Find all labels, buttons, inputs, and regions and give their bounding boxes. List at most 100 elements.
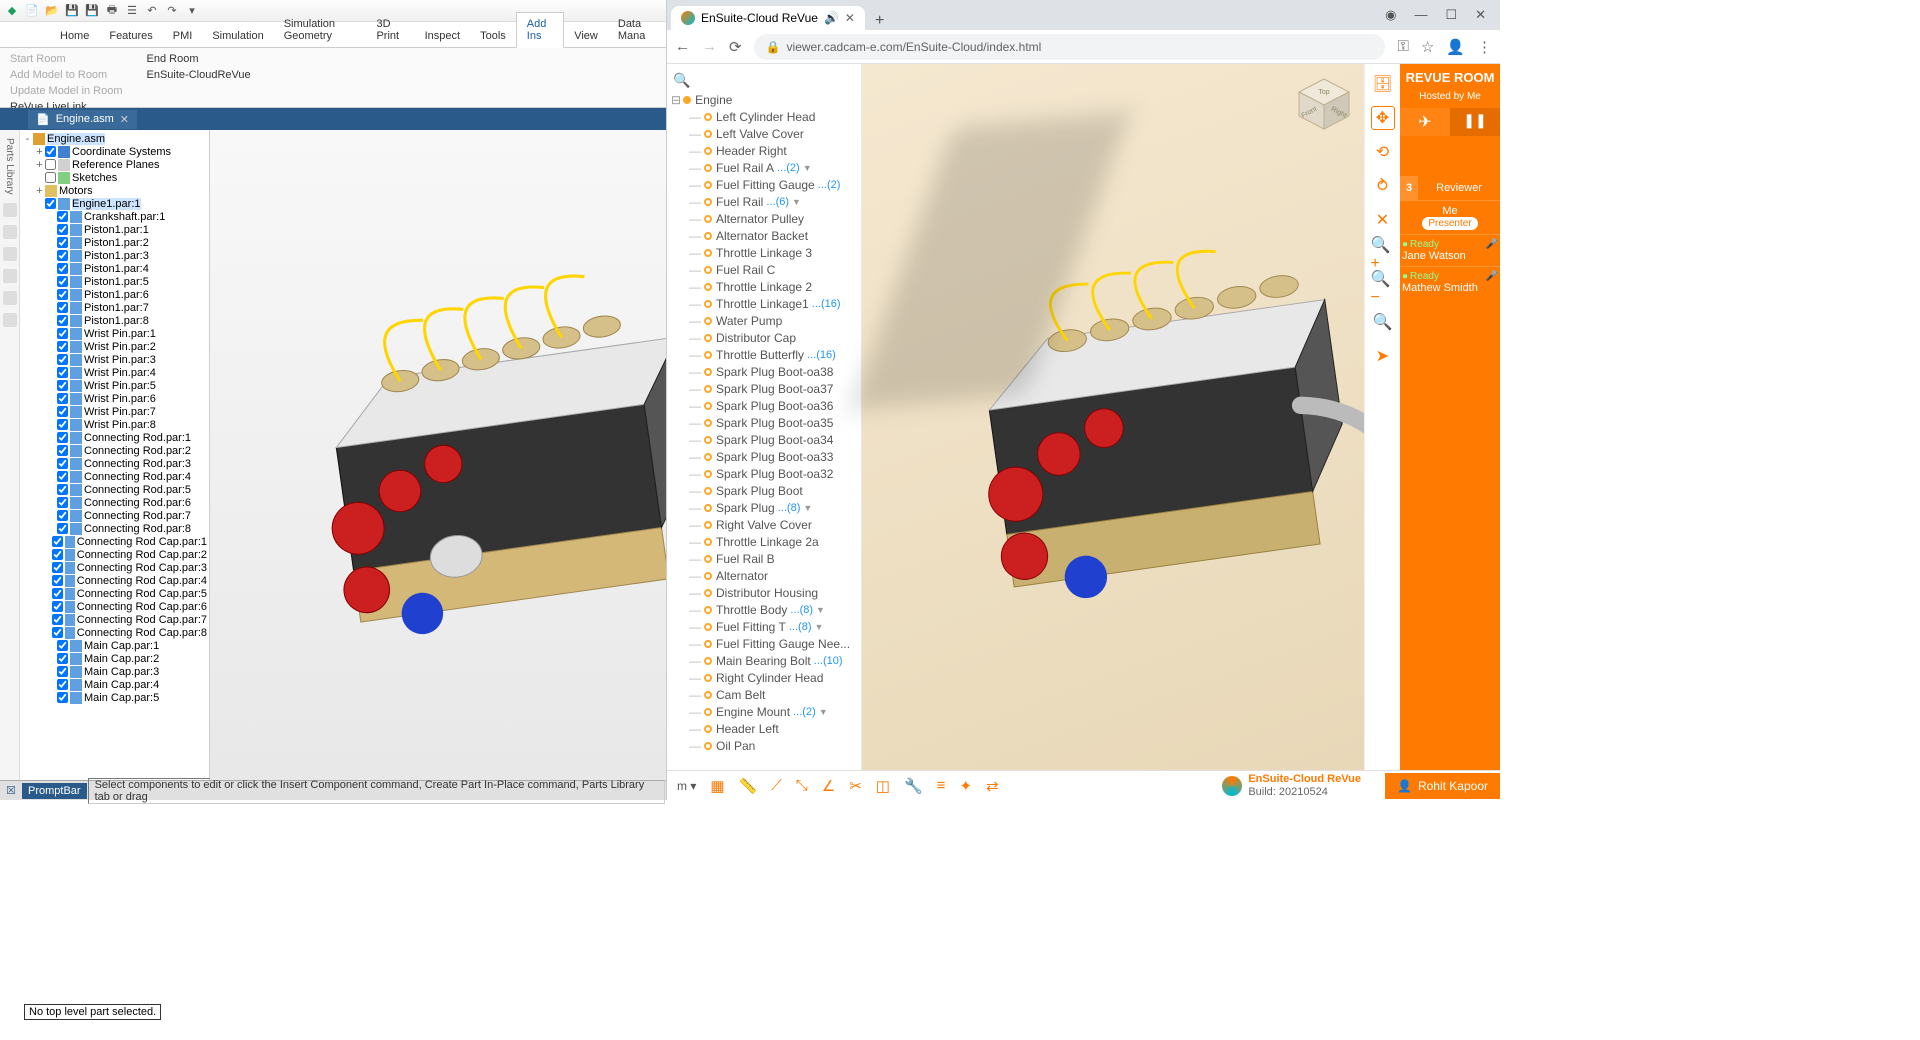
rotate-icon[interactable]: ⟲ bbox=[1371, 140, 1395, 164]
tree-node[interactable]: Crankshaft.par:1 bbox=[22, 210, 207, 223]
tree-node[interactable]: Connecting Rod.par:5 bbox=[22, 483, 207, 496]
revue-tree-node[interactable]: —Fuel Fitting Gauge Nee... bbox=[671, 635, 857, 652]
parts-library-tab[interactable]: Parts Library bbox=[4, 138, 15, 195]
ruler-icon[interactable]: 📏 bbox=[739, 777, 758, 795]
tree-node[interactable]: -Engine.asm bbox=[22, 132, 207, 145]
close-tab-icon[interactable]: ✕ bbox=[845, 11, 855, 25]
tree-node[interactable]: Connecting Rod Cap.par:4 bbox=[22, 574, 207, 587]
tree-node[interactable]: Wrist Pin.par:8 bbox=[22, 418, 207, 431]
minimize-icon[interactable]: — bbox=[1414, 7, 1427, 23]
ribbon-command[interactable]: End Room bbox=[145, 52, 253, 66]
expand-icon[interactable]: ▼ bbox=[803, 503, 812, 513]
wrench-icon[interactable]: 🔧 bbox=[904, 777, 923, 795]
visibility-checkbox[interactable] bbox=[45, 146, 56, 157]
visibility-checkbox[interactable] bbox=[57, 419, 68, 430]
expand-icon[interactable]: ▼ bbox=[814, 622, 823, 632]
feedback-icon[interactable]: ☒ bbox=[0, 784, 22, 797]
tree-node[interactable]: Wrist Pin.par:6 bbox=[22, 392, 207, 405]
tree-node[interactable]: Sketches bbox=[22, 171, 207, 184]
move-icon[interactable]: ✥ bbox=[1371, 106, 1395, 130]
visibility-checkbox[interactable] bbox=[57, 484, 68, 495]
revue-tree-node[interactable]: —Alternator Backet bbox=[671, 227, 857, 244]
tree-node[interactable]: Connecting Rod.par:2 bbox=[22, 444, 207, 457]
ribbon-tab[interactable]: Tools bbox=[470, 25, 516, 47]
revue-tree-node[interactable]: —Left Valve Cover bbox=[671, 125, 857, 142]
visibility-checkbox[interactable] bbox=[57, 367, 68, 378]
reload-icon[interactable]: ⟳ bbox=[729, 38, 742, 56]
revue-tree-node[interactable]: —Spark Plug Boot bbox=[671, 482, 857, 499]
tree-node[interactable]: Wrist Pin.par:2 bbox=[22, 340, 207, 353]
tree-node[interactable]: Connecting Rod Cap.par:3 bbox=[22, 561, 207, 574]
revue-tree-node[interactable]: —Throttle Linkage 2 bbox=[671, 278, 857, 295]
explode-icon[interactable]: ✦ bbox=[959, 777, 972, 795]
save-icon[interactable]: 💾 bbox=[64, 3, 80, 19]
visibility-checkbox[interactable] bbox=[57, 354, 68, 365]
visibility-checkbox[interactable] bbox=[45, 172, 56, 183]
participant[interactable]: Ready🎤Jane Watson bbox=[1400, 234, 1500, 266]
close-icon[interactable]: ✕ bbox=[1371, 208, 1395, 232]
tree-node[interactable]: Connecting Rod Cap.par:7 bbox=[22, 613, 207, 626]
undo-icon[interactable]: ↶ bbox=[144, 3, 160, 19]
visibility-checkbox[interactable] bbox=[57, 302, 68, 313]
url-field[interactable]: 🔒 viewer.cadcam-e.com/EnSuite-Cloud/inde… bbox=[754, 34, 1386, 60]
participant[interactable]: Ready🎤Mathew Smidth bbox=[1400, 266, 1500, 298]
layers-icon[interactable]: ≡ bbox=[937, 777, 946, 794]
revue-tree-node[interactable]: —Water Pump bbox=[671, 312, 857, 329]
compare-icon[interactable]: ⇄ bbox=[986, 777, 999, 795]
revue-tree-node[interactable]: —Fuel Rail A ...(2)▼ bbox=[671, 159, 857, 176]
zoom-in-icon[interactable]: 🔍+ bbox=[1371, 242, 1395, 266]
visibility-checkbox[interactable] bbox=[52, 549, 63, 560]
zoom-out-icon[interactable]: 🔍− bbox=[1371, 276, 1395, 300]
tree-node[interactable]: Connecting Rod.par:8 bbox=[22, 522, 207, 535]
tree-node[interactable]: Main Cap.par:4 bbox=[22, 678, 207, 691]
mic-icon[interactable]: 🎤 bbox=[1486, 239, 1498, 250]
tree-node[interactable]: Engine1.par:1 bbox=[22, 197, 207, 210]
ribbon-tab[interactable]: Add Ins bbox=[516, 12, 564, 48]
revue-tree-node[interactable]: —Engine Mount ...(2)▼ bbox=[671, 703, 857, 720]
revue-tree-node[interactable]: —Left Cylinder Head bbox=[671, 108, 857, 125]
tree-node[interactable]: Connecting Rod Cap.par:5 bbox=[22, 587, 207, 600]
tree-node[interactable]: Piston1.par:1 bbox=[22, 223, 207, 236]
redo-icon[interactable]: ↷ bbox=[164, 3, 180, 19]
visibility-checkbox[interactable] bbox=[57, 692, 68, 703]
tree-node[interactable]: Wrist Pin.par:7 bbox=[22, 405, 207, 418]
visibility-checkbox[interactable] bbox=[52, 575, 63, 586]
section-icon[interactable]: ◫ bbox=[876, 777, 890, 795]
revue-tree-node[interactable]: —Spark Plug Boot-oa32 bbox=[671, 465, 857, 482]
revue-viewport[interactable]: Top Front Right bbox=[862, 64, 1364, 770]
search-icon[interactable]: 🔍 bbox=[671, 70, 857, 91]
revue-tree-node[interactable]: —Spark Plug Boot-oa38 bbox=[671, 363, 857, 380]
tree-node[interactable]: Connecting Rod.par:3 bbox=[22, 457, 207, 470]
visibility-checkbox[interactable] bbox=[57, 211, 68, 222]
rail-icon[interactable] bbox=[3, 313, 17, 327]
revue-tree-node[interactable]: —Spark Plug Boot-oa34 bbox=[671, 431, 857, 448]
tree-node[interactable]: Connecting Rod.par:1 bbox=[22, 431, 207, 444]
visibility-checkbox[interactable] bbox=[57, 380, 68, 391]
unit-selector[interactable]: m ▾ bbox=[677, 779, 696, 793]
tree-node[interactable]: Connecting Rod Cap.par:1 bbox=[22, 535, 207, 548]
visibility-checkbox[interactable] bbox=[57, 458, 68, 469]
visibility-checkbox[interactable] bbox=[57, 640, 68, 651]
expand-icon[interactable]: ▼ bbox=[816, 605, 825, 615]
revue-tree-node[interactable]: —Spark Plug Boot-oa33 bbox=[671, 448, 857, 465]
revue-tree-node[interactable]: —Throttle Body ...(8)▼ bbox=[671, 601, 857, 618]
visibility-checkbox[interactable] bbox=[57, 250, 68, 261]
tab-mute-icon[interactable]: 🔊 bbox=[824, 11, 839, 25]
visibility-checkbox[interactable] bbox=[52, 601, 63, 612]
visibility-checkbox[interactable] bbox=[57, 653, 68, 664]
visibility-checkbox[interactable] bbox=[52, 614, 63, 625]
visibility-checkbox[interactable] bbox=[57, 276, 68, 287]
ribbon-tab[interactable]: View bbox=[564, 25, 608, 47]
key-icon[interactable]: ⚿ bbox=[1397, 38, 1408, 55]
app-menu-icon[interactable]: ◆ bbox=[4, 3, 20, 19]
rail-icon[interactable] bbox=[3, 225, 17, 239]
visibility-checkbox[interactable] bbox=[57, 224, 68, 235]
revue-tree-node[interactable]: —Throttle Linkage1 ...(16) bbox=[671, 295, 857, 312]
customize-icon[interactable]: ▾ bbox=[184, 3, 200, 19]
pathfinder-tree[interactable]: -Engine.asm+Coordinate Systems+Reference… bbox=[20, 130, 210, 780]
revue-tree-node[interactable]: —Fuel Fitting Gauge ...(2) bbox=[671, 176, 857, 193]
tree-node[interactable]: Wrist Pin.par:4 bbox=[22, 366, 207, 379]
revue-tree-node[interactable]: —Throttle Linkage 3 bbox=[671, 244, 857, 261]
visibility-checkbox[interactable] bbox=[57, 510, 68, 521]
saveall-icon[interactable]: 💾 bbox=[84, 3, 100, 19]
